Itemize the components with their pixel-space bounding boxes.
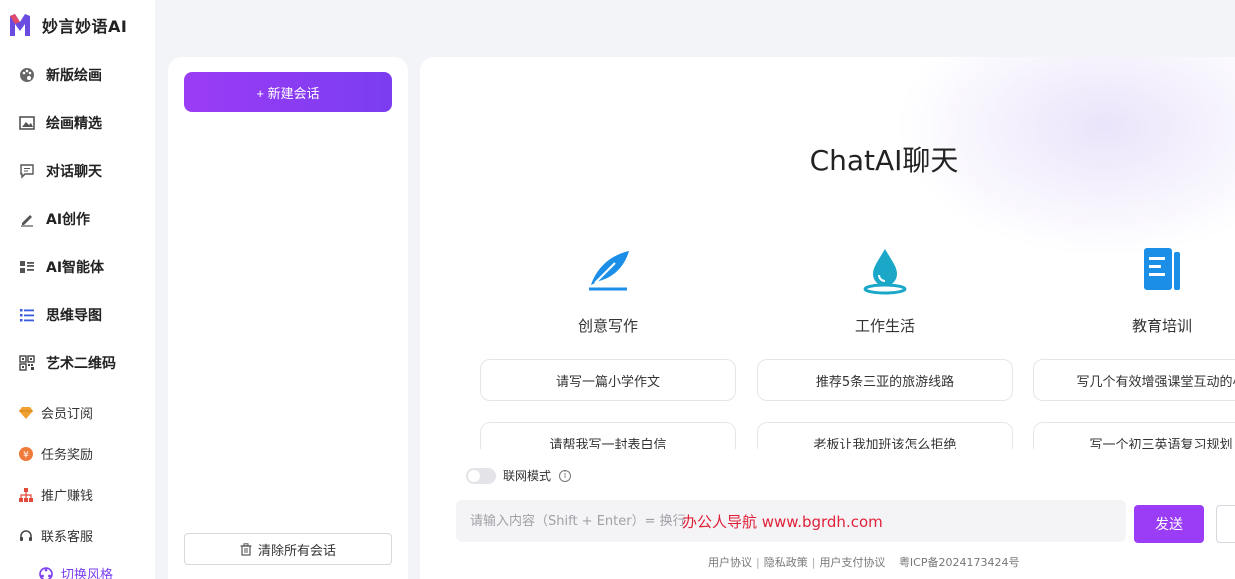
extra-button[interactable] bbox=[1216, 505, 1235, 543]
prompt-card[interactable]: 老板让我加班该怎么拒绝 bbox=[757, 422, 1013, 449]
prompt-card[interactable]: 请帮我写一封表白信 bbox=[480, 422, 736, 449]
category-work-life[interactable]: 工作生活 bbox=[825, 243, 945, 336]
prompt-card[interactable]: 请写一篇小学作文 bbox=[480, 359, 736, 401]
nav-item-painting-featured[interactable]: 绘画精选 bbox=[18, 113, 102, 133]
nav-item-ai-agent[interactable]: AI智能体 bbox=[18, 257, 104, 277]
list-icon bbox=[18, 306, 36, 324]
net-mode-label: 联网模式 bbox=[503, 469, 552, 483]
prompt-suggestions: 请写一篇小学作文 推荐5条三亚的旅游线路 写几个有效增强课堂互动的小 请帮我写一… bbox=[480, 359, 1235, 449]
brand-name: 妙言妙语AI bbox=[42, 17, 128, 36]
category-creative-writing[interactable]: 创意写作 bbox=[548, 243, 668, 336]
style-icon bbox=[38, 566, 54, 579]
send-button[interactable]: 发送 bbox=[1134, 505, 1204, 543]
sub-label: 任务奖励 bbox=[41, 448, 94, 463]
nav-item-mindmap[interactable]: 思维导图 bbox=[18, 305, 102, 325]
pen-icon bbox=[18, 210, 36, 228]
net-mode: 联网模式 i bbox=[466, 467, 572, 484]
category-label: 教育培训 bbox=[1131, 317, 1192, 335]
clear-all-button[interactable]: 清除所有会话 bbox=[184, 533, 392, 565]
sub-label: 推广赚钱 bbox=[41, 489, 94, 504]
nav-item-ai-creation[interactable]: AI创作 bbox=[18, 209, 90, 229]
chat-main: ChatAI聊天 创意写作 工作生活 教育培训 请写一篇小学作文 推荐5条三亚的… bbox=[420, 57, 1235, 579]
sub-label: 切换风格 bbox=[61, 568, 114, 579]
page-title: ChatAI聊天 bbox=[809, 144, 959, 177]
clear-all-label: 清除所有会话 bbox=[257, 542, 336, 558]
trash-icon bbox=[240, 542, 252, 556]
sub-item-support[interactable]: 联系客服 bbox=[18, 526, 93, 545]
sub-item-switch-style[interactable]: 切换风格 bbox=[38, 564, 113, 579]
image-icon bbox=[18, 114, 36, 132]
conversation-panel: + 新建会话 清除所有会话 bbox=[168, 57, 408, 579]
sub-item-membership[interactable]: 会员订阅 bbox=[18, 403, 93, 422]
net-mode-toggle[interactable] bbox=[466, 467, 496, 484]
category-education[interactable]: 教育培训 bbox=[1102, 243, 1222, 336]
nav-label: 艺术二维码 bbox=[46, 356, 116, 372]
grid-list-icon bbox=[18, 258, 36, 276]
qrcode-icon bbox=[18, 354, 36, 372]
footer-icp[interactable]: 粤ICP备2024173424号 bbox=[899, 556, 1020, 569]
nav-label: AI智能体 bbox=[46, 260, 105, 276]
category-label: 工作生活 bbox=[854, 317, 915, 335]
nav-item-chat[interactable]: 对话聊天 bbox=[18, 161, 102, 181]
prompt-card[interactable]: 写几个有效增强课堂互动的小 bbox=[1033, 359, 1235, 401]
palette-icon bbox=[18, 66, 36, 84]
prompt-card[interactable]: 写一个初三英语复习规划 bbox=[1033, 422, 1235, 449]
quill-icon bbox=[589, 251, 629, 291]
sub-item-promote[interactable]: 推广赚钱 bbox=[18, 485, 93, 504]
nav-label: 思维导图 bbox=[46, 308, 102, 324]
nav-item-new-painting[interactable]: 新版绘画 bbox=[18, 65, 102, 85]
category-label: 创意写作 bbox=[577, 317, 638, 335]
headset-icon bbox=[18, 528, 34, 544]
sub-label: 会员订阅 bbox=[41, 407, 94, 422]
chat-icon bbox=[18, 162, 36, 180]
footer-link-privacy[interactable]: 隐私政策 bbox=[764, 556, 808, 569]
nav-item-art-qrcode[interactable]: 艺术二维码 bbox=[18, 353, 116, 373]
sub-item-task-reward[interactable]: ¥ 任务奖励 bbox=[18, 444, 93, 463]
prompt-card[interactable]: 推荐5条三亚的旅游线路 bbox=[757, 359, 1013, 401]
drop-icon bbox=[863, 249, 907, 295]
new-chat-button[interactable]: + 新建会话 bbox=[184, 72, 392, 112]
nav-label: 绘画精选 bbox=[46, 116, 102, 132]
brand-logo-icon bbox=[10, 14, 30, 36]
footer-link-payment-agreement[interactable]: 用户支付协议 bbox=[819, 556, 885, 569]
svg-text:¥: ¥ bbox=[23, 450, 29, 460]
footer: 用户协议 | 隐私政策 | 用户支付协议 粤ICP备2024173424号 bbox=[708, 556, 1020, 569]
nav-label: 新版绘画 bbox=[46, 68, 102, 84]
sub-label: 联系客服 bbox=[41, 530, 94, 545]
network-icon bbox=[18, 487, 34, 503]
footer-link-user-agreement[interactable]: 用户协议 bbox=[708, 556, 752, 569]
chat-input[interactable] bbox=[456, 500, 1126, 542]
document-icon bbox=[1144, 248, 1180, 290]
info-icon[interactable]: i bbox=[559, 469, 572, 482]
diamond-icon bbox=[18, 405, 34, 421]
sidebar: 妙言妙语AI 新版绘画 绘画精选 对话聊天 AI创作 AI智能体 思维导图 艺术… bbox=[0, 0, 155, 579]
coin-icon: ¥ bbox=[18, 446, 34, 462]
nav-label: AI创作 bbox=[46, 212, 91, 228]
nav-label: 对话聊天 bbox=[46, 164, 102, 180]
brand[interactable]: 妙言妙语AI bbox=[8, 12, 127, 38]
